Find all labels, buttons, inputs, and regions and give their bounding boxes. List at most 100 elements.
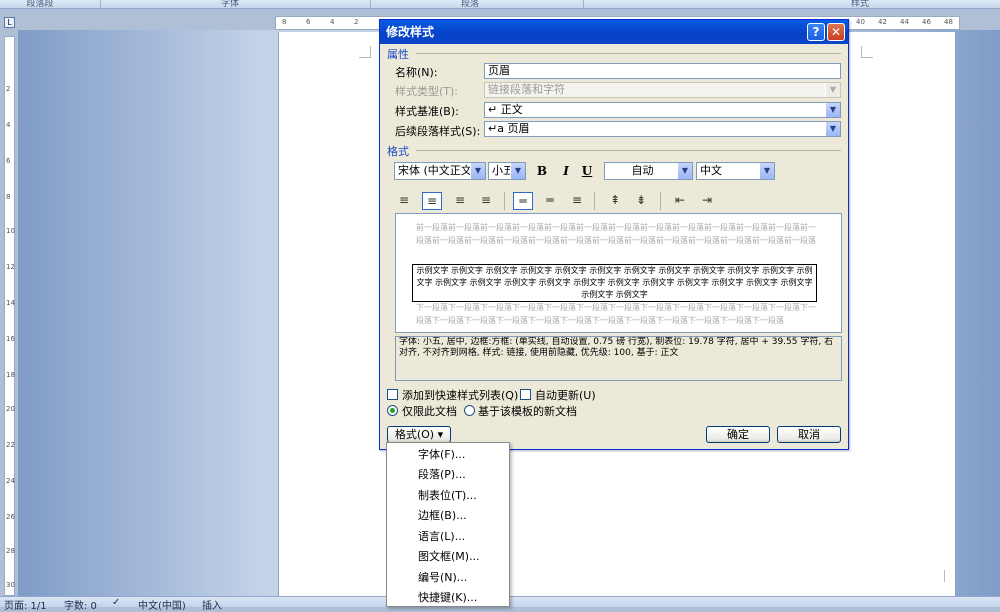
status-page[interactable]: 页面: 1/1 (4, 597, 47, 612)
menu-item-frame[interactable]: 图文框(M)... (418, 548, 480, 565)
menu-item-numbering[interactable]: 编号(N)... (418, 569, 467, 586)
decrease-indent-icon[interactable]: ⇤ (670, 192, 690, 210)
align-right-icon[interactable]: ≡ (450, 192, 470, 210)
name-field[interactable]: 页眉 (484, 63, 841, 79)
only-this-document-radio[interactable] (387, 405, 398, 416)
only-this-document-label[interactable]: 仅限此文档 (402, 403, 457, 419)
menu-item-font[interactable]: 字体(F)... (418, 446, 465, 463)
increase-indent-icon[interactable]: ⇥ (697, 192, 717, 210)
dialog-title: 修改样式 (386, 25, 435, 39)
ruler-tick-label: 42 (878, 18, 887, 26)
preview-previous-paragraph: 前一段落前一段落前一段落前一段落前一段落前一段落前一段落前一段落前一段落前一段落… (416, 223, 816, 245)
underline-button[interactable]: U (578, 162, 596, 180)
style-type-label: 样式类型(T): (395, 85, 459, 98)
next-style-value: ↵a 页眉 (488, 122, 530, 135)
help-button[interactable]: ? (807, 23, 825, 41)
ribbon-separator (100, 0, 101, 9)
chevron-down-icon: ▼ (825, 83, 840, 97)
ruler-tick-label: 18 (6, 371, 15, 379)
next-style-select[interactable]: ↵a 页眉 ▼ (484, 121, 841, 137)
style-preview: 前一段落前一段落前一段落前一段落前一段落前一段落前一段落前一段落前一段落前一段落… (395, 213, 842, 333)
preview-sample-text: 示例文字 示例文字 示例文字 示例文字 示例文字 示例文字 示例文字 示例文字 … (412, 264, 817, 302)
italic-button[interactable]: I (557, 162, 575, 180)
preview-next-paragraph: 下一段落下一段落下一段落下一段落下一段落下一段落下一段落下一段落下一段落下一段落… (416, 303, 816, 325)
justify-icon[interactable]: ≡ (476, 192, 496, 210)
tab-selector-button[interactable]: L (4, 17, 15, 28)
script-select[interactable]: 中文 ▼ (696, 162, 775, 180)
one-half-spacing-icon[interactable]: ═ (540, 192, 560, 210)
chevron-down-icon[interactable]: ▼ (677, 163, 692, 179)
font-value: 宋体 (中文正文 (398, 164, 472, 177)
ribbon-separator (583, 0, 584, 9)
ruler-tick-label: 24 (6, 477, 15, 485)
ruler-tick-label: 30 (6, 581, 15, 589)
space-after-icon[interactable]: ⇟ (631, 192, 651, 210)
ruler-tick-label: 4 (6, 121, 11, 129)
quick-style-label[interactable]: 添加到快速样式列表(Q) (402, 387, 518, 403)
proofing-icon[interactable]: ✓ (112, 597, 120, 608)
font-size-select[interactable]: 小五 ▼ (488, 162, 526, 180)
ruler-tick-label: 10 (6, 227, 15, 235)
single-spacing-icon[interactable]: ═ (513, 192, 533, 210)
modify-style-dialog: 修改样式 ? ✕ 属性 名称(N): 页眉 样式类型(T): 链接段落和字符 ▼… (379, 19, 849, 450)
based-on-select[interactable]: ↵ 正文 ▼ (484, 102, 841, 118)
style-type-select: 链接段落和字符 ▼ (484, 82, 841, 98)
menu-item-tabs[interactable]: 制表位(T)... (418, 487, 477, 504)
chevron-down-icon[interactable]: ▼ (759, 163, 774, 179)
chevron-down-icon[interactable]: ▼ (825, 122, 840, 136)
font-color-select[interactable]: 自动 ▼ (604, 162, 693, 180)
margin-mark (861, 46, 873, 58)
ruler-tick-label: 16 (6, 335, 15, 343)
page-marker (944, 570, 945, 582)
space-before-icon[interactable]: ⇞ (605, 192, 625, 210)
menu-item-language[interactable]: 语言(L)... (418, 528, 465, 545)
bold-button[interactable]: B (533, 162, 551, 180)
double-spacing-icon[interactable]: ≡ (567, 192, 587, 210)
properties-header: 属性 (387, 48, 409, 61)
font-color-value: 自动 (631, 164, 654, 177)
toolbar-separator (660, 192, 661, 210)
ruler-tick-label: 8 (6, 193, 11, 201)
ribbon-bar: 段落段 字体 段落 样式 (0, 0, 1000, 9)
status-mode[interactable]: 插入 (202, 597, 222, 612)
dialog-titlebar[interactable]: 修改样式 ? ✕ (380, 20, 848, 44)
menu-item-paragraph[interactable]: 段落(P)... (418, 466, 466, 483)
align-left-icon[interactable]: ≡ (394, 192, 414, 210)
menu-item-border[interactable]: 边框(B)... (418, 507, 467, 524)
status-language[interactable]: 中文(中国) (138, 597, 186, 612)
auto-update-checkbox[interactable] (520, 389, 531, 400)
based-on-label: 样式基准(B): (395, 105, 459, 118)
menu-item-shortcut[interactable]: 快捷键(K)... (418, 589, 477, 606)
chevron-down-icon[interactable]: ▼ (470, 163, 485, 179)
vertical-ruler[interactable]: 2 4 6 8 10 12 14 16 18 20 22 24 26 28 30 (4, 36, 15, 596)
format-menu-button[interactable]: 格式(O) ▾ (387, 426, 451, 443)
ribbon-separator (370, 0, 371, 9)
section-divider (416, 150, 841, 151)
format-dropdown-menu: 字体(F)... 段落(P)... 制表位(T)... 边框(B)... 语言(… (386, 442, 510, 607)
chevron-down-icon[interactable]: ▼ (510, 163, 525, 179)
ruler-tick-label: 22 (6, 441, 15, 449)
ribbon-group-clipboard[interactable]: 段落段 (20, 0, 60, 9)
template-documents-label[interactable]: 基于该模板的新文档 (478, 403, 577, 419)
close-button[interactable]: ✕ (827, 23, 845, 41)
toolbar-separator (594, 192, 595, 210)
status-words[interactable]: 字数: 0 (64, 597, 97, 612)
ribbon-group-styles[interactable]: 样式 (840, 0, 880, 9)
ruler-tick-label: 26 (6, 513, 15, 521)
ruler-tick-label: 46 (922, 18, 931, 26)
ribbon-group-paragraph[interactable]: 段落 (450, 0, 490, 9)
quick-style-checkbox[interactable] (387, 389, 398, 400)
auto-update-label[interactable]: 自动更新(U) (535, 387, 596, 403)
ribbon-group-font[interactable]: 字体 (200, 0, 260, 9)
ruler-tick-label: 14 (6, 299, 15, 307)
template-documents-radio[interactable] (464, 405, 475, 416)
align-center-icon[interactable]: ≡ (422, 192, 442, 210)
toolbar-separator (504, 192, 505, 210)
ok-button[interactable]: 确定 (706, 426, 770, 443)
font-select[interactable]: 宋体 (中文正文 ▼ (394, 162, 486, 180)
cancel-button[interactable]: 取消 (777, 426, 841, 443)
style-type-value: 链接段落和字符 (488, 83, 565, 96)
next-style-label: 后续段落样式(S): (395, 125, 481, 138)
chevron-down-icon[interactable]: ▼ (825, 103, 840, 117)
ruler-tick-label: 8 (282, 18, 287, 26)
